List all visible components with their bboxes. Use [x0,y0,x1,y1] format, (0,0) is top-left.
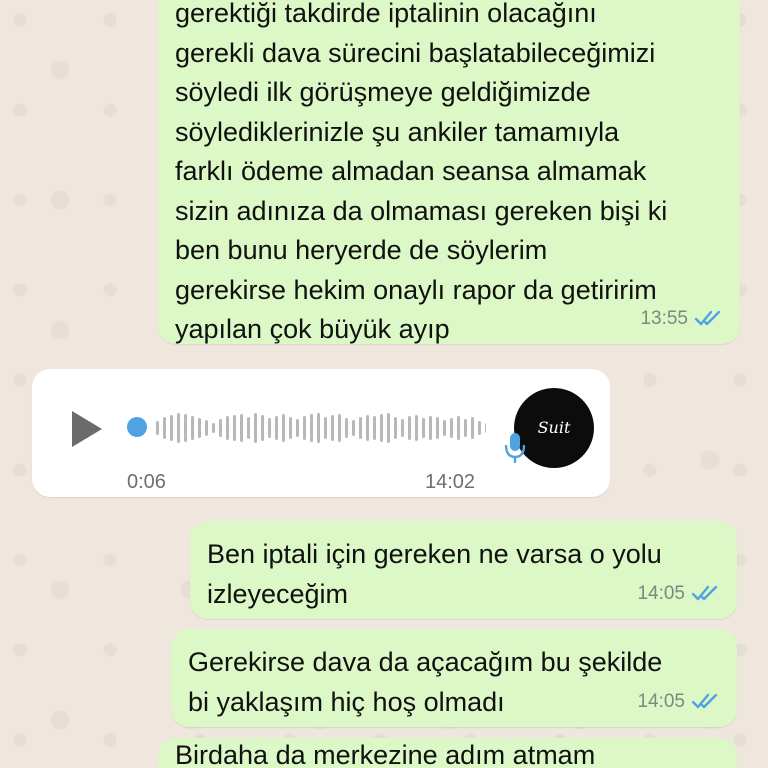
message-text: Birdaha da merkezine adım atmam [175,738,719,768]
waveform-bar [457,416,460,440]
message-line: ben bunu heryerde de söylerim [175,235,548,265]
waveform-bar [191,416,194,440]
waveform-bar [394,417,397,439]
message-time: 13:55 [640,307,688,329]
waveform-bar [163,417,166,439]
waveform-bar [408,416,411,440]
message-line: Gerekirse dava da açacağım bu şekilde [188,647,663,677]
play-icon[interactable] [68,409,104,449]
message-line: Birdaha da merkezine adım atmam [175,740,596,768]
message-line: Ben iptali için gereken ne varsa o yolu [207,539,662,569]
waveform-bar [429,416,432,440]
voice-time: 14:02 [425,471,476,493]
waveform-bar [296,419,299,437]
waveform-bar [317,413,320,443]
waveform-bar [324,417,327,439]
waveform-bar [170,415,173,441]
waveform-bar [331,415,334,441]
waveform-bar [464,419,467,437]
waveform-bar [261,415,264,441]
waveform-bar [282,414,285,442]
waveform-bar [401,419,404,437]
waveform-bar [254,413,257,443]
waveform-bar [247,417,250,439]
waveform-bar [205,420,208,436]
playback-dot[interactable] [127,417,147,437]
waveform-bar [436,417,439,439]
waveform-bar [373,416,376,440]
waveform-bar [219,419,222,437]
microphone-icon [504,433,526,463]
avatar-logo-text: Suit [537,418,571,438]
waveform-bar [240,414,243,442]
message-text: gerektiği takdirde iptalinin olacağını g… [175,0,722,350]
double-check-icon [691,586,718,601]
waveform-bar [184,414,187,442]
waveform-bar [177,413,180,443]
message-line: farklı ödeme almadan seansa almamak [175,156,647,186]
message-meta: 14:05 [637,574,719,614]
waveform-bar [359,417,362,439]
waveform-bar [366,415,369,441]
waveform-bar [233,415,236,441]
waveform-bar [226,416,229,440]
double-check-icon [694,311,721,326]
message-line: söyledi ilk görüşmeye geldiğimizde [175,77,591,107]
outgoing-message[interactable]: gerektiği takdirde iptalinin olacağını g… [158,0,740,344]
avatar[interactable]: Suit [514,388,594,468]
waveform-bar [380,414,383,442]
waveform-bar [387,413,390,443]
outgoing-message[interactable]: Birdaha da merkezine adım atmam [158,738,737,768]
message-meta: 14:05 [637,682,719,722]
outgoing-message[interactable]: Ben iptali için gereken ne varsa o yolu … [190,521,737,619]
voice-duration: 0:06 [127,471,166,493]
message-meta: 13:55 [640,299,722,339]
waveform-bar [443,420,446,436]
message-line: söylediklerinizle şu ankiler tamamıyla [175,116,620,147]
waveform-bar [415,415,418,441]
message-time: 14:05 [637,690,685,712]
outgoing-message[interactable]: Gerekirse dava da açacağım bu şekilde bi… [171,629,737,727]
waveform-bar [345,418,348,438]
waveform-bar [310,414,313,442]
waveform-bar [338,414,341,442]
message-time: 14:05 [637,582,685,604]
message-line: gerekli dava sürecini başlatabileceğimiz… [175,37,656,68]
waveform-bar [156,421,159,435]
waveform-bar [352,420,355,436]
waveform-bar [198,418,201,438]
waveform-bar [275,416,278,440]
waveform-bar [289,417,292,439]
waveform-bar [471,417,474,439]
waveform-bar [268,418,271,438]
waveform-bar [478,421,481,435]
waveform-bar [422,418,425,438]
waveform-bar [450,418,453,438]
message-line: gerektiği takdirde iptalinin olacağını [175,0,597,28]
double-check-icon [691,694,718,709]
voice-message[interactable]: 0:06 14:02 Suit [32,369,610,497]
waveform[interactable] [156,405,486,451]
waveform-bar [485,423,486,433]
message-line: sizin adınıza da olmaması gereken bişi k… [175,195,668,226]
waveform-bar [303,416,306,440]
waveform-bar [212,423,215,433]
